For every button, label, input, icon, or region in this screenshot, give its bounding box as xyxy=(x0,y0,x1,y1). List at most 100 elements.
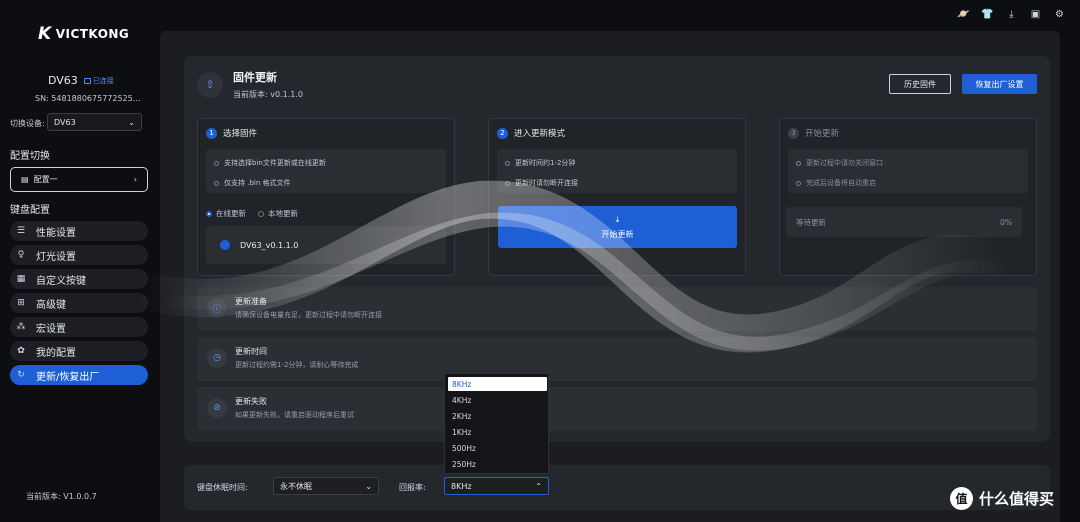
history-firmware-button[interactable]: 历史固件 xyxy=(889,74,951,94)
step-number: 3 xyxy=(788,127,799,139)
step-title: 进入更新模式 xyxy=(514,129,566,139)
chevron-down-icon: ⌄ xyxy=(128,117,135,127)
sidebar-item-label: 性能设置 xyxy=(36,227,76,239)
step-notes: 更新时间约1-2分钟 更新时请勿断开连接 xyxy=(497,149,737,193)
report-rate-label: 回报率: xyxy=(399,483,426,492)
sleep-time-select[interactable]: 永不休眠 ⌄ xyxy=(273,477,379,495)
factory-reset-button[interactable]: 恢复出厂设置 xyxy=(962,74,1037,94)
step-title: 开始更新 xyxy=(805,129,840,139)
device-sn: SN: 5481880675772525... xyxy=(35,94,141,103)
link-icon xyxy=(83,77,91,84)
radio-local[interactable]: 本地更新 xyxy=(258,208,298,219)
nav-section-title: 键盘配置 xyxy=(10,205,50,216)
download-icon: ⤓ xyxy=(615,214,620,224)
step-note: 支持选择bin文件更新或在线更新 xyxy=(224,159,326,167)
watermark-logo-icon: 值 xyxy=(950,487,973,510)
step-notes: 更新过程中请勿关闭窗口 完成后设备将自动重启 xyxy=(788,149,1028,193)
sidebar-item-label: 宏设置 xyxy=(36,323,66,335)
profile-icon: ▤ xyxy=(21,175,29,184)
step-start-update: 3 开始更新 更新过程中请勿关闭窗口 完成后设备将自动重启 xyxy=(779,118,1037,276)
firmware-file[interactable]: DV63_v0.1.1.0 xyxy=(206,226,446,264)
device-select[interactable]: DV63 ⌄ xyxy=(47,113,142,131)
step-notes: 支持选择bin文件更新或在线更新 仅支持 .bin 格式文件 xyxy=(206,149,446,193)
sidebar-item-label: 灯光设置 xyxy=(36,251,76,263)
sidebar-item-3[interactable]: ▦ 自定义按键 xyxy=(10,269,148,289)
step-note: 更新过程中请勿关闭窗口 xyxy=(806,159,883,167)
report-rate-option[interactable]: 250Hz xyxy=(448,457,547,471)
window-toolbar: 🪐 👕 ⤓ ▣ ⚙ xyxy=(957,8,1066,21)
step-note: 更新时请勿断开连接 xyxy=(515,179,578,187)
report-rate-option[interactable]: 2KHz xyxy=(448,409,547,423)
progress-label: 等待更新 xyxy=(796,217,826,227)
app-version: 当前版本: V1.0.0.7 xyxy=(26,492,97,501)
radio-online[interactable]: 在线更新 xyxy=(206,208,246,219)
firmware-file-name: DV63_v0.1.1.0 xyxy=(240,240,299,250)
download-icon[interactable]: ⤓ xyxy=(1005,8,1018,21)
update-progress: 等待更新 0% xyxy=(786,207,1022,237)
sidebar: K VICTKONG DV63 已连接 SN: 5481880675772525..… xyxy=(0,0,158,522)
sidebar-item-label: 我的配置 xyxy=(36,347,76,359)
report-rate-option[interactable]: 500Hz xyxy=(448,441,547,455)
sidebar-item-4[interactable]: ⊞ 高级键 xyxy=(10,293,148,313)
planet-icon[interactable]: 🪐 xyxy=(957,8,970,21)
step-note: 完成后设备将自动重启 xyxy=(806,179,876,187)
info-desc: 更新过程约需1-2分钟，请耐心等待完成 xyxy=(235,361,359,369)
bullet-icon xyxy=(796,160,801,166)
sleep-time-label: 键盘休眠时间: xyxy=(197,483,248,492)
bullet-icon xyxy=(214,180,219,186)
report-rate-dropdown: 8KHz 4KHz 2KHz 1KHz 500Hz 250Hz xyxy=(444,373,549,474)
macro-icon: ⁂ xyxy=(16,322,26,332)
info-desc: 如果更新失败，请重启驱动程序后重试 xyxy=(235,411,354,419)
bullet-icon xyxy=(505,180,510,186)
check-circle-icon xyxy=(220,240,230,250)
step-enter-update-mode: 2 进入更新模式 更新时间约1-2分钟 更新时请勿断开连接 xyxy=(488,118,746,276)
sidebar-item-7[interactable]: ↻ 更新/恢复出厂 xyxy=(10,365,148,385)
device-name: DV63 已连接 xyxy=(48,74,114,87)
report-rate-option[interactable]: 8KHz xyxy=(448,377,547,391)
bug-icon[interactable]: ⚙ xyxy=(1053,8,1066,21)
info-title: 更新失败 xyxy=(235,397,267,406)
info-title: 更新准备 xyxy=(235,297,267,306)
bullet-icon xyxy=(214,160,219,166)
report-rate-option[interactable]: 4KHz xyxy=(448,393,547,407)
sidebar-item-5[interactable]: ⁂ 宏设置 xyxy=(10,317,148,337)
image-icon[interactable]: ▣ xyxy=(1029,8,1042,21)
refresh-icon: ↻ xyxy=(17,370,25,380)
sidebar-item-2[interactable]: ♀ 灯光设置 xyxy=(10,245,148,265)
bulb-icon: ♀ xyxy=(17,250,25,260)
clock-icon: ◷ xyxy=(207,348,227,368)
firmware-current-version: 当前版本: v0.1.1.0 xyxy=(233,90,303,99)
sidebar-item-label: 自定义按键 xyxy=(36,275,86,287)
connection-status: 已连接 xyxy=(83,76,114,86)
radio-checked-icon xyxy=(206,210,212,217)
sidebar-item-label: 高级键 xyxy=(36,299,66,311)
sliders-icon: ☰ xyxy=(16,226,26,236)
chevron-right-icon: › xyxy=(133,175,137,184)
shirt-icon[interactable]: 👕 xyxy=(981,8,994,21)
sidebar-item-label: 更新/恢复出厂 xyxy=(36,371,100,383)
sidebar-item-1[interactable]: ☰ 性能设置 xyxy=(10,221,148,241)
report-rate-option[interactable]: 1KHz xyxy=(448,425,547,439)
chevron-up-icon: ⌃ xyxy=(535,481,542,491)
warning-icon: ⊘ xyxy=(207,398,227,418)
step-number: 1 xyxy=(206,127,217,139)
info-title: 更新时间 xyxy=(235,347,267,356)
profile-select[interactable]: ▤ 配置一 › xyxy=(10,167,148,192)
radio-unchecked-icon xyxy=(258,210,264,217)
step-note: 仅支持 .bin 格式文件 xyxy=(224,179,291,187)
info-desc: 请确保设备电量充足，更新过程中请勿断开连接 xyxy=(235,311,382,319)
start-update-button[interactable]: ⤓ 开始更新 xyxy=(498,206,737,248)
profile-section-title: 配置切换 xyxy=(10,151,50,162)
progress-value: 0% xyxy=(1000,217,1012,227)
info-icon: ⓘ xyxy=(207,298,227,318)
logo-mark-icon: K xyxy=(38,24,52,44)
firmware-title: 固件更新 xyxy=(233,71,277,84)
bullet-icon xyxy=(505,160,510,166)
sidebar-item-6[interactable]: ✿ 我的配置 xyxy=(10,341,148,361)
step-title: 选择固件 xyxy=(223,129,258,139)
switch-device-label: 切换设备: xyxy=(10,119,45,128)
step-note: 更新时间约1-2分钟 xyxy=(515,159,576,167)
update-mode: 在线更新 本地更新 xyxy=(206,208,298,219)
report-rate-select[interactable]: 8KHz ⌃ xyxy=(444,477,549,495)
info-failure: ⊘ 更新失败如果更新失败，请重启驱动程序后重试 xyxy=(197,387,1037,431)
